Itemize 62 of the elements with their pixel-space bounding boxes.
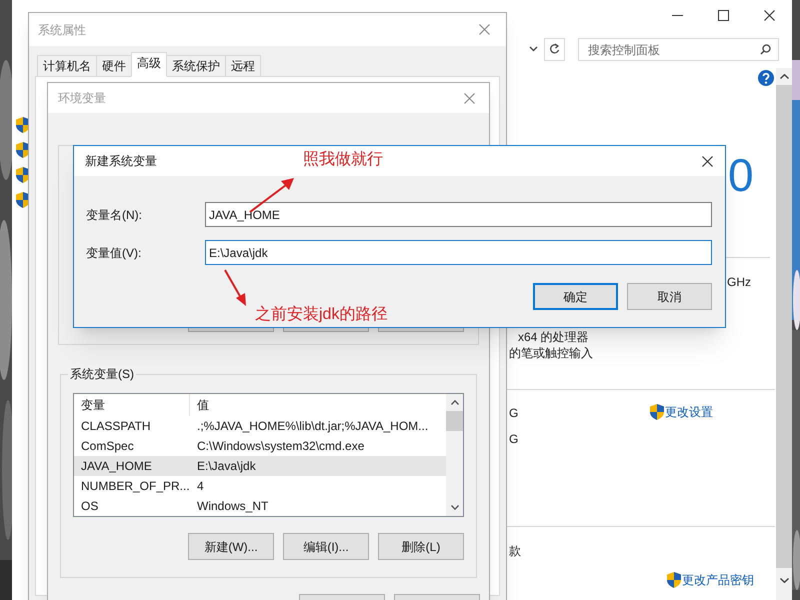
action-button[interactable]: 编辑(I)... <box>283 533 369 560</box>
column-header[interactable]: 变量 <box>74 394 190 416</box>
tab[interactable]: 计算机名 <box>37 55 97 77</box>
minimize-icon <box>672 14 682 16</box>
group-label: 系统变量(S) <box>68 366 136 382</box>
close-icon <box>764 10 774 20</box>
column-header[interactable]: 值 <box>190 396 209 414</box>
search-field[interactable]: 搜索控制面板 <box>578 38 779 61</box>
annotation-text: 照我做就行 <box>303 150 383 170</box>
variable-name: OS <box>80 498 100 515</box>
list-row[interactable]: ComSpec C:\Windows\system32\cmd.exe <box>74 436 446 456</box>
settings-link[interactable]: 更改设置 <box>665 404 713 420</box>
window-title: 环境变量 <box>58 90 106 107</box>
info-text: x64 的处理器 <box>518 329 589 345</box>
chevron-down-icon <box>450 505 458 510</box>
window-title: 新建系统变量 <box>85 153 157 170</box>
variable-value: C:\Windows\system32\cmd.exe <box>196 438 364 455</box>
variable-name: CLASSPATH <box>80 418 152 435</box>
variable-name: NUMBER_OF_PR... <box>80 478 190 495</box>
info-text: GHz <box>727 274 751 290</box>
chevron-down-icon <box>780 578 788 583</box>
maximize-icon <box>718 10 728 20</box>
dialog-button[interactable]: 确定 <box>533 283 618 310</box>
chevron-up-icon <box>780 74 788 79</box>
window-title: 系统属性 <box>38 22 86 38</box>
dialog-button[interactable]: 取消 <box>627 283 712 310</box>
help-icon[interactable] <box>758 70 774 86</box>
variable-name: ComSpec <box>80 438 135 455</box>
close-icon <box>702 156 712 166</box>
list-row[interactable]: CLASSPATH .;%JAVA_HOME%\lib\dt.jar;%JAVA_HOM... <box>74 416 446 436</box>
info-text: G <box>509 405 518 421</box>
search-icon <box>760 44 771 54</box>
info-text: G <box>509 431 518 447</box>
annotation-text: 之前安装jdk的路径 <box>255 305 388 325</box>
chevron-up-icon <box>450 400 458 405</box>
input-field[interactable]: E:\Java\jdk <box>205 240 712 265</box>
action-button[interactable]: 新建(W)... <box>188 533 274 560</box>
tab[interactable]: 高级 <box>131 52 167 77</box>
variable-value: Windows_NT <box>196 498 268 515</box>
variable-value: 4 <box>196 478 204 495</box>
variable-value: E:\Java\jdk <box>196 458 256 475</box>
close-icon <box>478 24 490 35</box>
shield-icon <box>650 404 664 420</box>
refresh-button[interactable] <box>544 38 565 60</box>
field-label: 变量值(V): <box>86 244 142 262</box>
refresh-icon <box>549 43 560 55</box>
list-row[interactable]: NUMBER_OF_PR... 4 <box>74 476 446 496</box>
info-text: 款 <box>509 543 521 559</box>
chevron-down-icon <box>528 46 538 52</box>
variable-name: JAVA_HOME <box>80 458 153 475</box>
action-button[interactable]: 删除(L) <box>378 533 464 560</box>
field-label: 变量名(N): <box>86 206 143 224</box>
tab[interactable]: 远程 <box>225 55 261 77</box>
shield-icon <box>667 572 681 588</box>
large-digit: 0 <box>728 148 754 202</box>
variable-value: .;%JAVA_HOME%\lib\dt.jar;%JAVA_HOM... <box>196 418 428 435</box>
close-icon <box>464 92 474 104</box>
list-row[interactable]: JAVA_HOME E:\Java\jdk <box>74 456 446 476</box>
list-row[interactable]: OS Windows_NT <box>74 496 446 516</box>
input-field[interactable]: JAVA_HOME <box>205 202 712 227</box>
settings-link[interactable]: 更改产品密钥 <box>682 572 754 588</box>
info-text: 的笔或触控输入 <box>509 345 593 361</box>
